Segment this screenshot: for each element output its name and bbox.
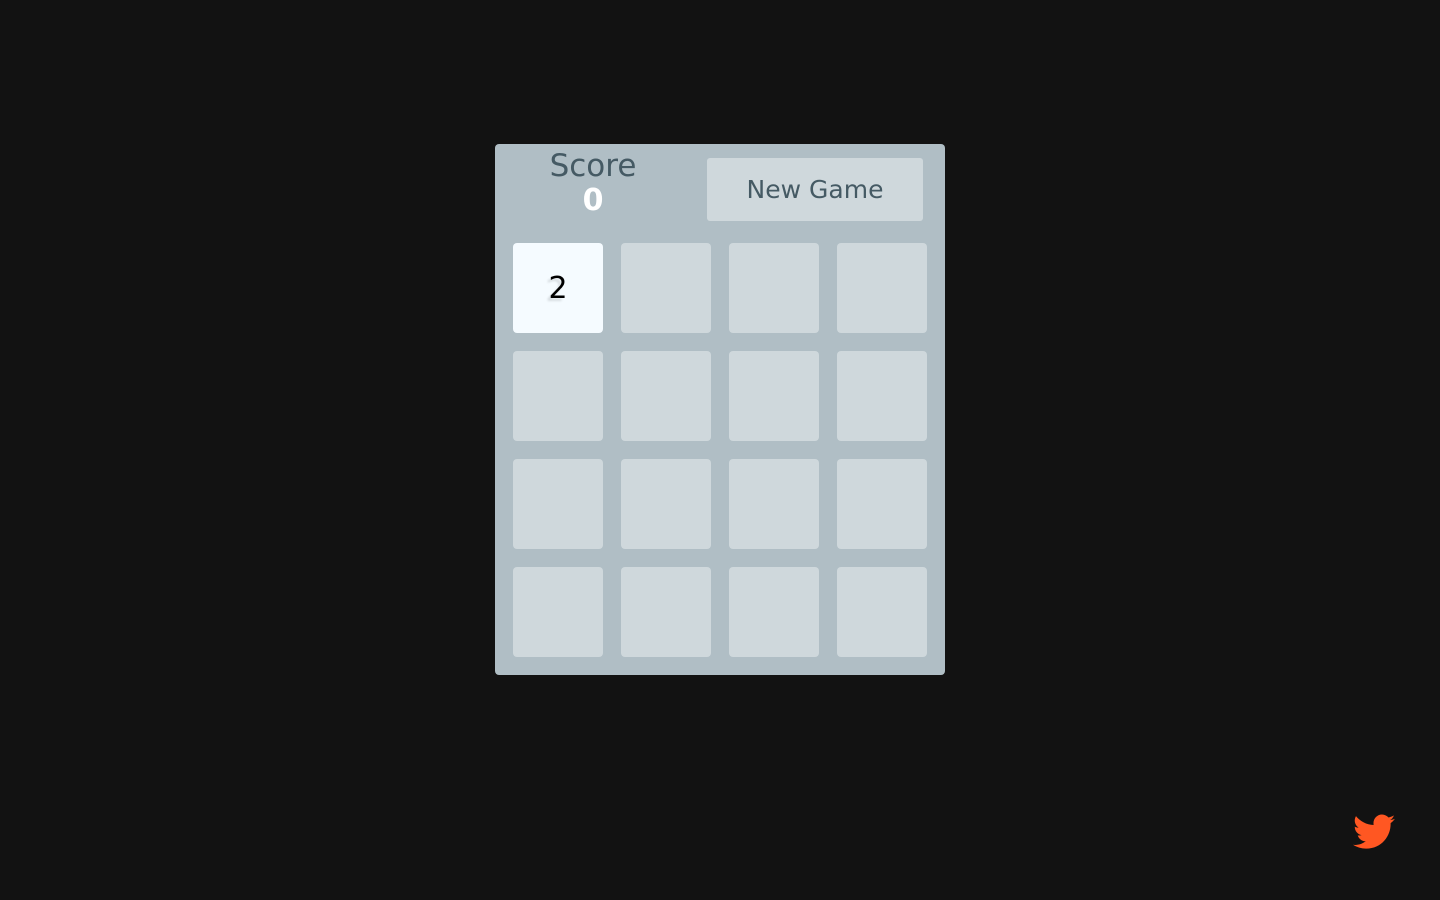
- empty-tile: [513, 351, 603, 441]
- empty-tile: [837, 243, 927, 333]
- empty-tile: [621, 243, 711, 333]
- empty-tile: [729, 351, 819, 441]
- score-label: Score: [549, 148, 637, 184]
- empty-tile: [729, 459, 819, 549]
- empty-tile: [837, 567, 927, 657]
- empty-tile: [837, 351, 927, 441]
- empty-tile: [621, 567, 711, 657]
- score-box: Score 0: [513, 148, 673, 218]
- empty-tile: [729, 567, 819, 657]
- empty-tile: [513, 567, 603, 657]
- empty-tile: [513, 459, 603, 549]
- twitter-icon[interactable]: [1353, 814, 1395, 850]
- empty-tile: [621, 459, 711, 549]
- empty-tile: [729, 243, 819, 333]
- tile-2: 2: [513, 243, 603, 333]
- empty-tile: [621, 351, 711, 441]
- game-board: Score 0 New Game 2: [495, 144, 945, 675]
- empty-tile: [837, 459, 927, 549]
- new-game-button[interactable]: New Game: [707, 158, 923, 221]
- score-value: 0: [582, 183, 604, 218]
